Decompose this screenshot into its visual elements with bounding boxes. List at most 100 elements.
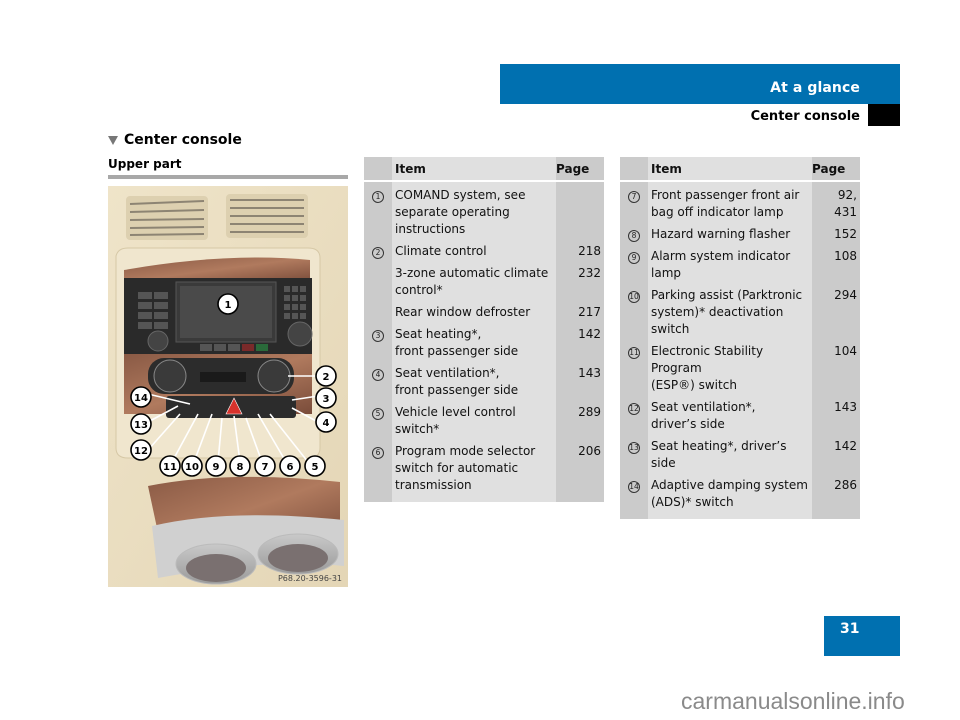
table-row: 3 Seat heating*, front passenger side 142 [364,323,604,362]
svg-text:8: 8 [237,462,244,473]
table-row: 11 Electronic Stability Program (ESP®) sw… [620,340,860,396]
row-number-cell: 11 [620,340,648,396]
item-cell: Seat heating*, front passenger side [392,323,556,362]
circled-number-icon: 10 [628,291,640,303]
row-number-cell: 2 [364,240,392,262]
svg-text:6: 6 [287,462,294,473]
item-cell: Hazard warning flasher [648,223,812,245]
table-row: 2 Climate control 218 [364,240,604,262]
circled-number-icon: 7 [628,191,640,203]
table-row: 3-zone automatic climate control* 232 [364,262,604,301]
air-vent-left [126,196,208,240]
page-cell[interactable]: 142 [556,323,604,362]
row-number-cell: 6 [364,440,392,502]
center-console-photo: 1 2 3 4 5 6 7 8 9 10 11 12 13 14 P68.20-… [108,186,348,587]
item-cell: Electronic Stability Program (ESP®) swit… [648,340,812,396]
svg-text:7: 7 [262,462,269,473]
circled-number-icon: 11 [628,347,640,359]
row-number-cell: 13 [620,435,648,474]
row-number-cell: 1 [364,181,392,240]
page-cell[interactable]: 92, 431 [812,181,860,223]
page-cell[interactable]: 143 [556,362,604,401]
circled-number-icon: 2 [372,247,384,259]
svg-text:9: 9 [213,462,220,473]
circled-number-icon: 6 [372,447,384,459]
subsection-heading: Upper part [108,157,182,171]
items-table-right: Item Page 7 Front passenger front air bag… [620,157,860,519]
page-cell[interactable]: 286 [812,474,860,519]
page-cell[interactable]: 108 [812,245,860,284]
item-cell: Seat heating*, driver’s side [648,435,812,474]
watermark: carmanualsonline.info [681,688,905,714]
header-page: Page [556,157,604,182]
row-number-cell: 10 [620,284,648,340]
page-cell[interactable]: 289 [556,401,604,440]
svg-text:13: 13 [134,420,148,431]
circled-number-icon: 14 [628,481,640,493]
page-cell[interactable]: 217 [556,301,604,323]
page-cell[interactable]: 104 [812,340,860,396]
svg-text:3: 3 [323,394,330,405]
item-cell: Seat ventilation*, front passenger side [392,362,556,401]
page-number: 31 [840,621,860,637]
item-cell: Seat ventilation*, driver’s side [648,396,812,435]
item-cell: COMAND system, see separate operating in… [392,181,556,240]
item-cell: Climate control [392,240,556,262]
row-number-cell: 14 [620,474,648,519]
svg-text:12: 12 [134,446,148,457]
table-row: Rear window defroster 217 [364,301,604,323]
page-cell[interactable]: 206 [556,440,604,502]
row-number-cell: 8 [620,223,648,245]
table-row: 9 Alarm system indicator lamp 108 [620,245,860,284]
row-number-cell [364,301,392,323]
chapter-banner: At a glance [500,64,900,104]
table-row: 13 Seat heating*, driver’s side 142 [620,435,860,474]
row-number-cell: 3 [364,323,392,362]
photo-reference-code: P68.20-3596-31 [277,574,342,583]
row-number-cell: 9 [620,245,648,284]
svg-text:2: 2 [323,372,330,383]
section-heading: Center console [108,132,242,148]
table-row: 12 Seat ventilation*, driver’s side 143 [620,396,860,435]
item-cell: 3-zone automatic climate control* [392,262,556,301]
svg-text:5: 5 [312,462,319,473]
circled-number-icon: 9 [628,252,640,264]
page-cell[interactable]: 152 [812,223,860,245]
item-cell: Vehicle level control switch* [392,401,556,440]
circled-number-icon: 4 [372,369,384,381]
svg-text:4: 4 [323,418,330,429]
item-cell: Front passenger front air bag off indica… [648,181,812,223]
row-number-cell: 7 [620,181,648,223]
circled-number-icon: 12 [628,403,640,415]
row-number-cell [364,262,392,301]
subsection-rule [108,175,348,179]
thumb-index-tab [868,104,900,126]
svg-text:1: 1 [225,300,232,311]
item-cell: Program mode selector switch for automat… [392,440,556,502]
svg-text:14: 14 [134,393,148,404]
items-table-left: Item Page 1 COMAND system, see separate o… [364,157,604,502]
row-number-cell: 4 [364,362,392,401]
table-row: 10 Parking assist (Parktronic system)* de… [620,284,860,340]
svg-text:11: 11 [163,462,177,473]
table-row: 4 Seat ventilation*, front passenger side… [364,362,604,401]
triangle-bullet-icon [108,135,118,145]
page-cell[interactable]: 142 [812,435,860,474]
page-cell[interactable] [556,181,604,240]
table-row: 14 Adaptive damping system (ADS)* switch 2… [620,474,860,519]
header-num [364,157,392,182]
circled-number-icon: 1 [372,191,384,203]
item-cell: Parking assist (Parktronic system)* deac… [648,284,812,340]
circled-number-icon: 5 [372,408,384,420]
table-row: 6 Program mode selector switch for automa… [364,440,604,502]
item-cell: Adaptive damping system (ADS)* switch [648,474,812,519]
page-cell[interactable]: 143 [812,396,860,435]
item-cell: Rear window defroster [392,301,556,323]
header-item: Item [392,157,556,182]
page-number-box: 31 [824,616,900,656]
page-cell[interactable]: 218 [556,240,604,262]
table-row: 1 COMAND system, see separate operating i… [364,181,604,240]
table-row: 5 Vehicle level control switch* 289 [364,401,604,440]
page-cell[interactable]: 232 [556,262,604,301]
page-cell[interactable]: 294 [812,284,860,340]
